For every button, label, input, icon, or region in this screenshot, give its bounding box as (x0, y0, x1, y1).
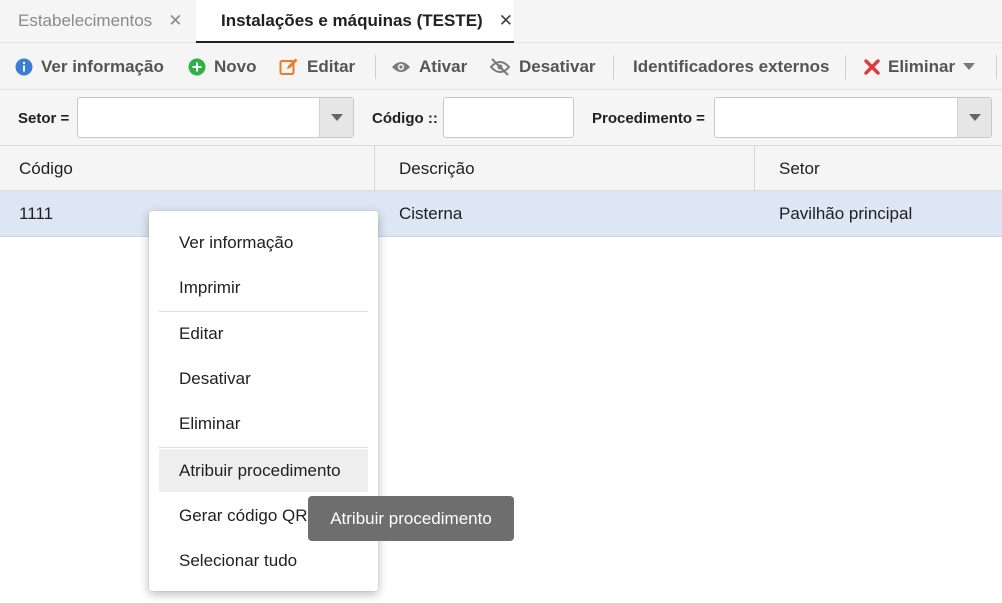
setor-select-value (78, 98, 319, 137)
codigo-input[interactable] (443, 97, 574, 138)
view-info-label: Ver informação (41, 56, 164, 76)
info-icon (15, 58, 33, 76)
procedimento-filter-label: Procedimento = (592, 109, 705, 127)
toolbar-divider (845, 55, 846, 79)
edit-label: Editar (307, 56, 356, 76)
menu-item-print[interactable]: Imprimir (159, 268, 368, 308)
toolbar-divider (996, 55, 997, 79)
eye-off-icon (489, 57, 511, 76)
chevron-down-icon[interactable] (319, 98, 353, 137)
eye-icon (391, 60, 411, 74)
tab-label: Instalações e máquinas (TESTE) (221, 10, 483, 30)
cell-codigo: 1111 (19, 203, 54, 223)
grid-header: Código Descrição Setor (0, 146, 1002, 191)
cell-descricao: Cisterna (399, 203, 463, 223)
column-header-codigo[interactable]: Código (19, 146, 73, 191)
column-divider[interactable] (374, 146, 375, 191)
delete-button[interactable]: Eliminar (864, 43, 976, 90)
column-header-descricao[interactable]: Descrição (399, 146, 475, 191)
deactivate-label: Desativar (519, 56, 596, 76)
tab-label: Estabelecimentos (18, 11, 153, 30)
setor-select[interactable] (77, 97, 354, 138)
delete-label: Eliminar (888, 56, 956, 76)
caret-down-icon[interactable] (963, 62, 976, 71)
toolbar-divider (613, 55, 614, 79)
edit-icon (279, 57, 299, 77)
close-icon[interactable]: ✕ (499, 11, 513, 31)
chevron-down-icon[interactable] (957, 98, 991, 137)
menu-divider (159, 311, 368, 312)
tooltip: Atribuir procedimento (308, 496, 514, 541)
menu-item-select-all[interactable]: Selecionar tudo (159, 541, 368, 581)
activate-label: Ativar (419, 56, 468, 76)
tab-instalacoes-maquinas[interactable]: Instalações e máquinas (TESTE) ✕ (196, 0, 514, 43)
view-info-button[interactable]: Ver informação (15, 43, 164, 90)
deactivate-button[interactable]: Desativar (489, 43, 596, 90)
filter-bar: Setor = Código :: Procedimento = (0, 90, 1002, 146)
menu-item-assign-procedure[interactable]: Atribuir procedimento (159, 449, 368, 492)
menu-item-delete[interactable]: Eliminar (159, 404, 368, 444)
menu-item-deactivate[interactable]: Desativar (159, 359, 368, 399)
menu-divider (159, 447, 368, 448)
procedimento-select[interactable] (714, 97, 992, 138)
external-identifiers-button[interactable]: Identificadores externos (633, 43, 830, 90)
plus-circle-icon (188, 58, 206, 76)
procedimento-select-value (715, 98, 957, 137)
codigo-filter-label: Código :: (372, 109, 438, 127)
column-divider[interactable] (754, 146, 755, 191)
cell-setor: Pavilhão principal (779, 203, 913, 223)
tab-estabelecimentos[interactable]: Estabelecimentos ✕ (18, 0, 182, 42)
setor-filter-label: Setor = (18, 109, 70, 127)
tab-bar: Estabelecimentos ✕ Instalações e máquina… (0, 0, 1002, 43)
edit-button[interactable]: Editar (279, 43, 355, 90)
column-header-setor[interactable]: Setor (779, 146, 820, 191)
activate-button[interactable]: Ativar (391, 43, 467, 90)
new-button[interactable]: Novo (188, 43, 257, 90)
menu-item-view-info[interactable]: Ver informação (159, 223, 368, 263)
new-label: Novo (214, 56, 257, 76)
x-icon (864, 58, 880, 75)
menu-item-edit[interactable]: Editar (159, 314, 368, 354)
close-icon[interactable]: ✕ (168, 11, 182, 31)
toolbar-divider (375, 55, 376, 79)
external-identifiers-label: Identificadores externos (633, 56, 830, 76)
toolbar: Ver informação Novo Editar Ativar Desati… (0, 43, 1002, 90)
